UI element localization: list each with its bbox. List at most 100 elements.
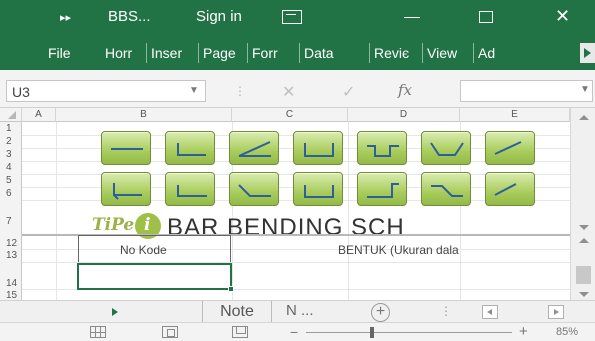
row-header[interactable]: 2 <box>0 136 22 147</box>
sheet-scroll-icon[interactable] <box>112 308 118 316</box>
tab-formulas[interactable]: Forr <box>252 45 294 61</box>
formula-input[interactable] <box>460 80 593 102</box>
formula-bar-grip-icon: ⋮ <box>234 84 246 98</box>
shape-button-trapezoid[interactable] <box>421 131 471 165</box>
enter-icon[interactable]: ✓ <box>342 82 355 102</box>
fill-handle[interactable] <box>228 286 234 292</box>
scroll-down-icon[interactable] <box>579 225 589 230</box>
page-break-view-icon[interactable] <box>232 326 248 338</box>
shape-button-crank[interactable] <box>229 172 279 206</box>
sign-in-link[interactable]: Sign in <box>196 8 242 25</box>
tab-data[interactable]: Data <box>304 45 346 61</box>
shape-button-diagonal-bent[interactable] <box>229 131 279 165</box>
zoom-slider[interactable] <box>306 332 512 333</box>
tab-file[interactable]: File <box>48 45 71 61</box>
tipe-logo: TiPe <box>92 215 135 235</box>
expand-formula-bar-icon[interactable]: ▼ <box>580 84 590 95</box>
offset-up-icon <box>367 145 399 157</box>
tab-insert[interactable]: Inser <box>151 45 194 61</box>
shape-button-u-left-hook[interactable] <box>101 172 151 206</box>
zoom-slider-thumb[interactable] <box>370 327 374 338</box>
zoom-out-button[interactable]: − <box>290 324 298 340</box>
column-header-b[interactable]: B <box>56 108 232 122</box>
scroll-left-icon[interactable] <box>482 305 498 319</box>
column-header-a[interactable]: A <box>22 108 56 122</box>
u-left-hook-icon <box>113 183 142 200</box>
column-header-c[interactable]: C <box>232 108 348 122</box>
tab-split-grip-icon[interactable]: ⋮ <box>440 304 452 318</box>
shape-button-u-deep[interactable] <box>293 172 343 206</box>
shape-button-l-hook[interactable] <box>165 131 215 165</box>
zoom-level[interactable]: 85% <box>556 326 578 338</box>
tab-separator <box>422 43 423 63</box>
cancel-icon[interactable]: ✕ <box>282 82 295 102</box>
shape-button-diagonal-partial[interactable] <box>485 131 535 165</box>
straight-bar-icon <box>111 148 143 150</box>
tab-scroll-right-icon[interactable] <box>580 43 595 63</box>
scroll-thumb[interactable] <box>576 266 591 284</box>
header-bentuk: BENTUK (Ukuran dala <box>338 243 459 257</box>
sheet-tab-more[interactable]: N ... <box>286 302 314 319</box>
shape-button-l-bar[interactable] <box>165 172 215 206</box>
title-bar: ▸▸ BBS... Sign in ✕ <box>0 0 595 36</box>
row-header[interactable]: 13 <box>0 250 22 261</box>
ribbon-tabs: File Horr Inser Page Forr Data Reviє Vie… <box>0 36 595 70</box>
ribbon-collapsed <box>0 70 595 78</box>
sheet-tab-note[interactable]: Note <box>202 301 272 323</box>
shape-button-z-bend[interactable] <box>421 172 471 206</box>
tab-review[interactable]: Reviє <box>374 45 417 61</box>
l-hook-icon <box>177 143 206 156</box>
shape-button-offset-right[interactable] <box>357 172 407 206</box>
shape-button-offset-up[interactable] <box>357 131 407 165</box>
offset-right-icon <box>367 183 399 198</box>
scroll-right-icon[interactable] <box>548 305 564 319</box>
quick-access-toolbar[interactable]: ▸▸ <box>60 11 71 24</box>
shape-button-straight-bar[interactable] <box>101 131 151 165</box>
tab-separator <box>473 43 474 63</box>
close-icon[interactable]: ✕ <box>555 6 570 27</box>
select-all-corner[interactable] <box>0 108 22 122</box>
diagonal-partial-icon <box>494 141 522 155</box>
shape-button-u-shape[interactable] <box>293 131 343 165</box>
selected-cell[interactable] <box>77 263 232 290</box>
tab-separator <box>146 43 147 63</box>
row-header[interactable]: 7 <box>0 216 22 227</box>
row-header[interactable]: 14 <box>0 278 22 289</box>
scroll-up-icon[interactable] <box>579 115 589 120</box>
insert-function-icon[interactable]: fx <box>398 81 412 99</box>
formula-bar: U3 ▼ ⋮ ✕ ✓ fx ▼ <box>0 78 595 108</box>
cut-partial-icon <box>494 183 517 196</box>
row-header[interactable]: 1 <box>0 123 22 134</box>
page-layout-view-icon[interactable] <box>162 326 178 338</box>
tab-page-layout[interactable]: Page <box>203 45 243 61</box>
scroll-down-icon[interactable] <box>579 292 589 297</box>
gridline <box>56 122 57 300</box>
zoom-in-button[interactable]: + <box>519 323 528 340</box>
crank-icon <box>238 184 271 197</box>
vertical-scrollbar[interactable] <box>570 108 595 300</box>
row-header[interactable]: 4 <box>0 162 22 173</box>
row-header[interactable]: 6 <box>0 188 22 199</box>
column-header-e[interactable]: E <box>460 108 570 122</box>
tab-home[interactable]: Horr <box>105 45 143 61</box>
column-header-d[interactable]: D <box>348 108 460 122</box>
worksheet-grid[interactable]: TiPe BAR BENDING SCH No Kode BENTUK (Uku… <box>22 122 570 300</box>
row-header[interactable]: 12 <box>0 238 22 249</box>
add-sheet-icon[interactable]: + <box>371 303 390 322</box>
document-name: BBS... <box>108 8 151 25</box>
status-bar: − + 85% <box>0 322 595 341</box>
scroll-up-icon[interactable] <box>579 238 589 243</box>
ribbon-display-options-icon[interactable] <box>282 10 302 24</box>
row-header[interactable]: 3 <box>0 149 22 160</box>
diagonal-bent-icon <box>238 141 271 157</box>
minimize-icon[interactable] <box>404 17 420 18</box>
tab-view[interactable]: View <box>427 45 469 61</box>
name-box[interactable]: U3 ▼ <box>6 80 206 102</box>
chevron-down-icon[interactable]: ▼ <box>189 85 199 96</box>
select-all-icon <box>8 111 16 119</box>
row-header[interactable]: 5 <box>0 175 22 186</box>
maximize-icon[interactable] <box>479 11 493 23</box>
normal-view-icon[interactable] <box>90 326 106 338</box>
tab-addins[interactable]: Ad <box>478 45 506 61</box>
shape-button-cut-partial[interactable] <box>485 172 535 206</box>
